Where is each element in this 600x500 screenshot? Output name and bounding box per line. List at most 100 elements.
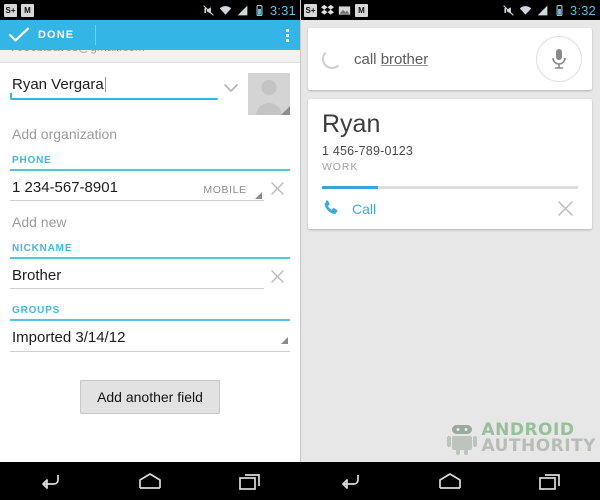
nav-right-half xyxy=(300,462,600,500)
gmail-icon: M xyxy=(21,3,34,17)
account-email: 7080bleaves@gmail.com xyxy=(10,50,145,54)
left-status-bar: S+ M 3:31 xyxy=(0,0,300,20)
done-button[interactable]: DONE xyxy=(38,29,74,41)
recents-icon[interactable] xyxy=(230,467,270,495)
watermark-line-1: ANDROID xyxy=(481,420,575,441)
clear-x-icon xyxy=(270,181,284,195)
wifi-icon xyxy=(219,5,232,15)
left-panel-contact-editor: S+ M 3:31 DONE Ryan Vergara Add organiza… xyxy=(0,0,300,462)
phone-number-input[interactable]: 1 234-567-8901 xyxy=(10,175,186,201)
name-input-wrapper[interactable]: Ryan Vergara xyxy=(10,73,218,100)
battery-icon xyxy=(256,4,263,16)
battery-icon xyxy=(556,4,563,16)
left-status-notifications: S+ M xyxy=(4,3,34,17)
recents-icon[interactable] xyxy=(530,467,570,495)
name-field-underline xyxy=(10,98,218,100)
groups-dropdown-triangle-icon[interactable] xyxy=(281,337,288,344)
contact-photo-placeholder[interactable] xyxy=(248,73,290,115)
nickname-section: NICKNAME Brother xyxy=(10,241,290,291)
microphone-icon[interactable] xyxy=(536,36,582,82)
right-status-notifications: S+ M xyxy=(304,3,368,17)
cancel-call-button[interactable] xyxy=(552,196,578,222)
call-countdown-progress xyxy=(322,185,578,189)
contact-edit-form: Ryan Vergara Add organization PHONE 1 23… xyxy=(0,63,300,414)
add-another-field-wrap: Add another field xyxy=(10,352,290,414)
voice-query-card[interactable]: call brother xyxy=(308,28,592,90)
cancel-x-icon xyxy=(557,201,573,216)
vibrate-off-icon xyxy=(503,4,514,16)
phone-field-row: 1 234-567-8901 MOBILE xyxy=(10,175,290,203)
voice-query-text: call brother xyxy=(354,51,536,68)
voice-search-content: call brother Ryan 1 456-789-0123 WORK Ca… xyxy=(300,20,600,237)
nickname-section-label: NICKNAME xyxy=(12,243,73,254)
nickname-section-rule xyxy=(10,257,290,259)
call-action-row[interactable]: Call xyxy=(308,189,592,229)
contact-number: 1 456-789-0123 xyxy=(322,143,414,158)
avatar-body xyxy=(256,103,282,115)
phone-section-label: PHONE xyxy=(12,155,52,166)
phone-section: PHONE 1 234-567-8901 MOBILE Add new xyxy=(10,153,290,241)
phone-section-rule xyxy=(10,169,290,171)
contact-result-card: Ryan 1 456-789-0123 WORK Call xyxy=(308,99,592,229)
nickname-input[interactable]: Brother xyxy=(10,263,264,289)
home-icon[interactable] xyxy=(430,467,470,495)
nickname-field-row: Brother xyxy=(10,263,290,291)
vibrate-off-icon xyxy=(203,4,214,16)
left-status-clock: 3:31 xyxy=(269,2,296,18)
nickname-clear-button[interactable] xyxy=(264,263,290,289)
name-field-row: Ryan Vergara xyxy=(10,63,290,115)
back-icon[interactable] xyxy=(330,467,370,495)
check-icon[interactable] xyxy=(8,26,30,44)
groups-section-rule xyxy=(10,319,290,321)
text-cursor xyxy=(104,77,106,92)
watermark-line-2: AUTHORITY xyxy=(481,436,596,456)
gallery-icon xyxy=(338,5,351,15)
call-button-label[interactable]: Call xyxy=(352,201,552,217)
contact-editor-action-bar: DONE xyxy=(0,20,300,50)
right-panel-voice-search: S+ M 3:32 call brother Ryan 1 456-789-01… xyxy=(300,0,600,462)
chevron-down-icon[interactable] xyxy=(218,75,244,101)
groups-field-row[interactable]: Imported 3/14/12 xyxy=(10,325,290,352)
nav-left-half xyxy=(0,462,300,500)
groups-section-label: GROUPS xyxy=(12,305,61,316)
panel-divider xyxy=(300,0,301,462)
clear-x-icon xyxy=(270,269,284,283)
contact-name: Ryan xyxy=(322,110,381,138)
back-icon[interactable] xyxy=(30,467,70,495)
right-status-bar: S+ M 3:32 xyxy=(300,0,600,20)
action-bar-divider xyxy=(95,25,96,45)
name-input[interactable]: Ryan Vergara xyxy=(10,73,104,98)
signal-icon xyxy=(537,5,548,15)
watermark-text: ANDROID AUTHORITY xyxy=(481,420,596,456)
phone-type-dropdown[interactable]: MOBILE xyxy=(186,175,264,201)
account-email-strip: 7080bleaves@gmail.com xyxy=(0,50,300,63)
dropdown-triangle-icon xyxy=(255,192,262,199)
phone-icon xyxy=(324,200,338,215)
loading-spinner-icon xyxy=(322,49,342,69)
dropbox-icon xyxy=(321,4,334,15)
avatar-edit-corner-icon xyxy=(281,106,290,115)
wifi-icon xyxy=(519,5,532,15)
groups-section: GROUPS Imported 3/14/12 xyxy=(10,303,290,352)
google-plus-icon: S+ xyxy=(304,3,317,17)
call-countdown-progress-fill xyxy=(322,185,379,189)
signal-icon xyxy=(237,5,248,15)
phone-clear-button[interactable] xyxy=(264,175,290,201)
home-icon[interactable] xyxy=(130,467,170,495)
screenshot-root: S+ M 3:31 DONE Ryan Vergara Add organiza… xyxy=(0,0,600,500)
phone-add-new-link[interactable]: Add new xyxy=(10,203,290,241)
right-status-clock: 3:32 xyxy=(569,2,596,18)
right-status-system-icons: 3:32 xyxy=(502,3,596,18)
left-status-system-icons: 3:31 xyxy=(202,3,296,18)
phone-type-label: MOBILE xyxy=(203,184,247,196)
android-authority-watermark: ANDROID AUTHORITY xyxy=(445,422,596,456)
avatar-head xyxy=(261,80,277,95)
google-plus-icon: S+ xyxy=(4,3,17,17)
contact-number-type: WORK xyxy=(322,160,359,173)
android-navigation-bar xyxy=(0,462,600,500)
groups-value[interactable]: Imported 3/14/12 xyxy=(10,325,290,352)
android-robot-icon xyxy=(447,425,478,455)
add-organization-link[interactable]: Add organization xyxy=(10,115,290,153)
overflow-menu-icon[interactable] xyxy=(283,26,292,45)
add-another-field-button[interactable]: Add another field xyxy=(80,380,220,414)
